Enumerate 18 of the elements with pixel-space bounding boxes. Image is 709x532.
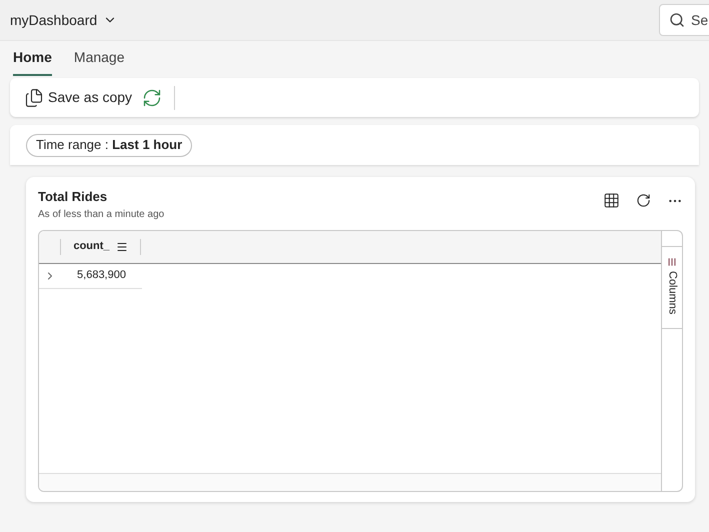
dashboard-title-dropdown[interactable]: myDashboard [10,10,118,30]
search-icon [669,12,685,28]
horizontal-scrollbar[interactable] [39,472,661,490]
column-menu-icon [116,240,128,252]
columns-icon [667,256,677,266]
refresh-icon[interactable] [636,193,651,208]
save-as-copy-button[interactable]: Save as copy [24,87,132,108]
search-field[interactable]: Se [659,4,709,36]
table-cell-text: 5,683,900 [76,268,127,284]
tile-subtitle: As of less than a minute ago [38,208,164,222]
columns-side-tab[interactable]: Columns [662,246,682,328]
tab[interactable]: Manage [74,47,124,76]
tile-title: Total Rides [38,188,108,206]
copy-icon [24,88,44,108]
tab[interactable]: Home [13,47,52,76]
refresh-button[interactable] [142,88,162,108]
column-header[interactable]: count_ [61,238,141,254]
time-range-pill[interactable]: Time range : Last 1 hour [26,134,192,156]
